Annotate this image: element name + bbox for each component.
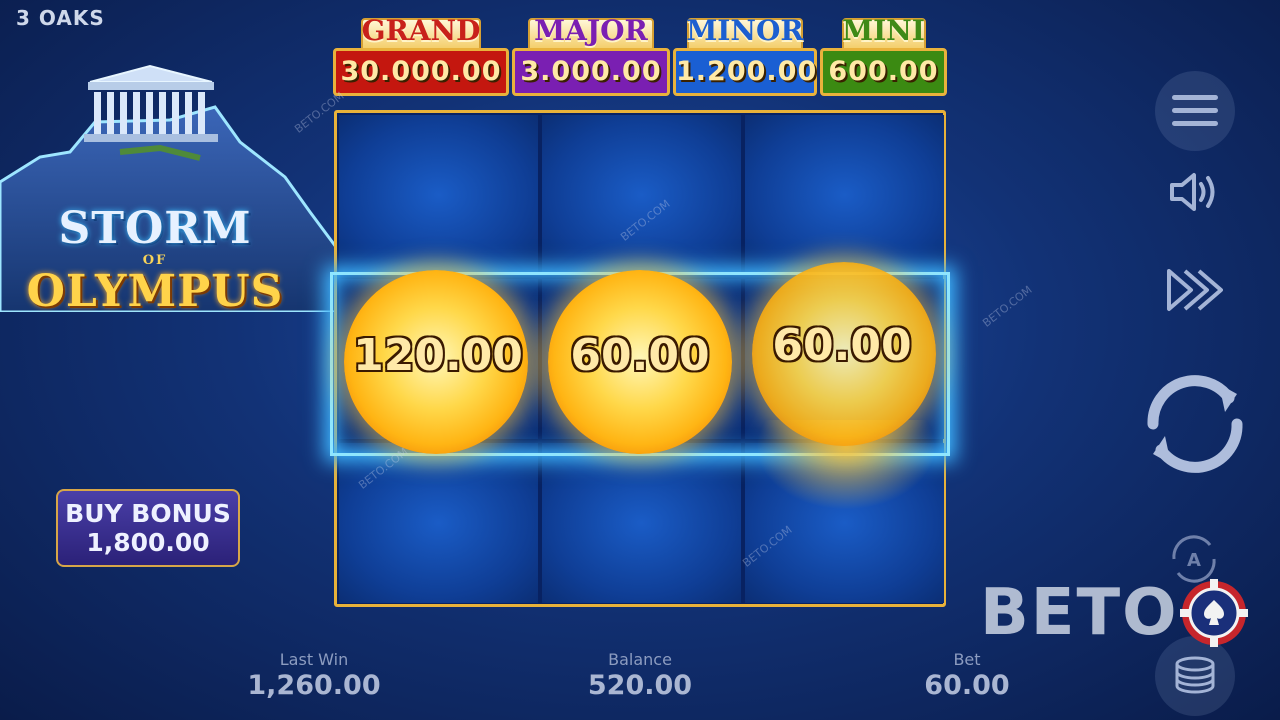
buy-bonus-button[interactable]: BUY BONUS 1,800.00 (56, 489, 240, 567)
turbo-button[interactable] (1163, 265, 1225, 315)
bet-label: Bet (953, 650, 981, 669)
spin-arrows-icon (1147, 375, 1243, 473)
orb-value: 60.00 (772, 320, 912, 371)
balance-display: Balance 520.00 (540, 650, 740, 702)
sound-button[interactable] (1165, 167, 1223, 217)
reel-cell (542, 443, 741, 603)
last-win-value: 1,260.00 (247, 670, 381, 701)
jackpot-value: 600.00 (820, 48, 947, 96)
bet-display: Bet 60.00 (867, 650, 1067, 702)
watermark-text: BETO.COM (980, 283, 1035, 330)
autoplay-letter: A (1187, 550, 1201, 571)
jackpot-name: MAJOR (534, 14, 648, 47)
fast-forward-icon (1167, 269, 1223, 311)
jackpot-name: MINOR (686, 14, 804, 47)
balance-label: Balance (608, 650, 672, 669)
jackpot-bar: GRAND 30.000.00 MAJOR 3.000.00 MINOR 1.2… (333, 10, 947, 100)
buy-bonus-label: BUY BONUS (65, 499, 231, 528)
provider-logo: 3 OAKS (16, 6, 105, 30)
spin-button[interactable] (1133, 362, 1257, 486)
game-logo: STORM OF OLYMPUS (20, 205, 290, 315)
menu-button[interactable] (1155, 71, 1235, 151)
orb-value: 60.00 (570, 330, 710, 381)
logo-olympus: OLYMPUS (26, 266, 284, 317)
beto-watermark-logo: BETO (980, 578, 1249, 648)
last-win-display: Last Win 1,260.00 (214, 650, 414, 702)
jackpot-name: GRAND (361, 14, 481, 47)
reel-cell (339, 443, 538, 603)
logo-storm: STORM (58, 203, 252, 254)
reel-cell (542, 115, 741, 275)
buy-bonus-price: 1,800.00 (86, 528, 210, 557)
coin-stack-icon (1175, 656, 1215, 694)
reel-cell (745, 115, 944, 275)
hamburger-icon (1172, 95, 1218, 126)
speaker-icon (1170, 173, 1215, 211)
poker-chip-icon (1179, 579, 1248, 647)
reel-cell (339, 115, 538, 275)
jackpot-value: 1.200.00 (673, 48, 817, 96)
beto-logo-text: BETO (980, 576, 1179, 650)
jackpot-value: 3.000.00 (512, 48, 670, 96)
bet-value: 60.00 (924, 670, 1010, 701)
orb-value: 120.00 (353, 330, 523, 381)
jackpot-value: 30.000.00 (333, 48, 509, 96)
last-win-label: Last Win (279, 650, 349, 669)
jackpot-name: MINI (842, 14, 925, 47)
balance-value: 520.00 (587, 670, 693, 701)
